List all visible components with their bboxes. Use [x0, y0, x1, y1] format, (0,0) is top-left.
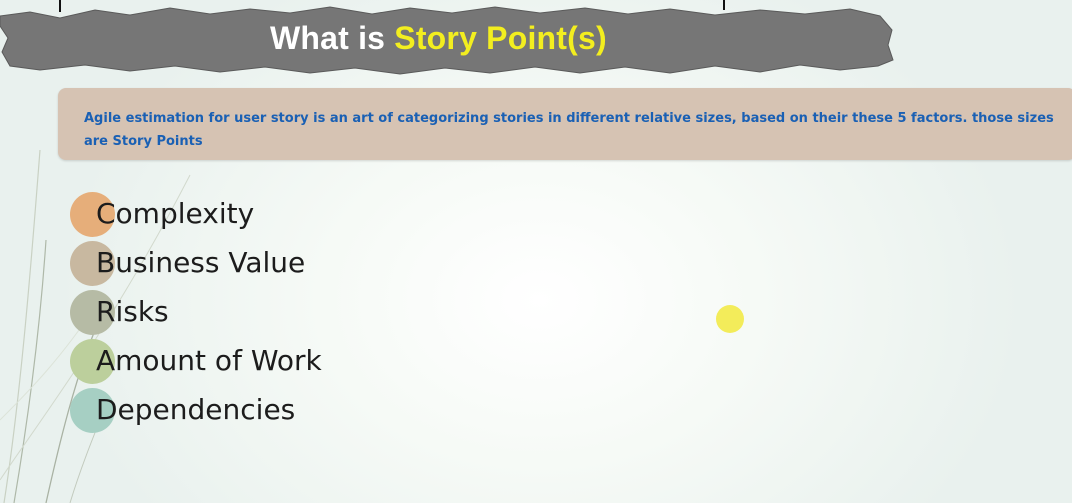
title-banner: What is Story Point(s)	[0, 0, 900, 82]
title-prefix: What is	[270, 20, 395, 56]
factor-label: Complexity	[96, 197, 255, 230]
definition-callout: Agile estimation for user story is an ar…	[58, 88, 1072, 160]
factor-label: Amount of Work	[96, 344, 322, 377]
slide-title: What is Story Point(s)	[270, 20, 607, 57]
definition-text: Agile estimation for user story is an ar…	[84, 111, 1054, 149]
factor-label: Dependencies	[96, 393, 296, 426]
factor-label: Business Value	[96, 246, 306, 279]
title-highlight: Story Point(s)	[394, 20, 607, 56]
factor-label: Risks	[96, 295, 169, 328]
laser-pointer-dot	[716, 305, 744, 333]
